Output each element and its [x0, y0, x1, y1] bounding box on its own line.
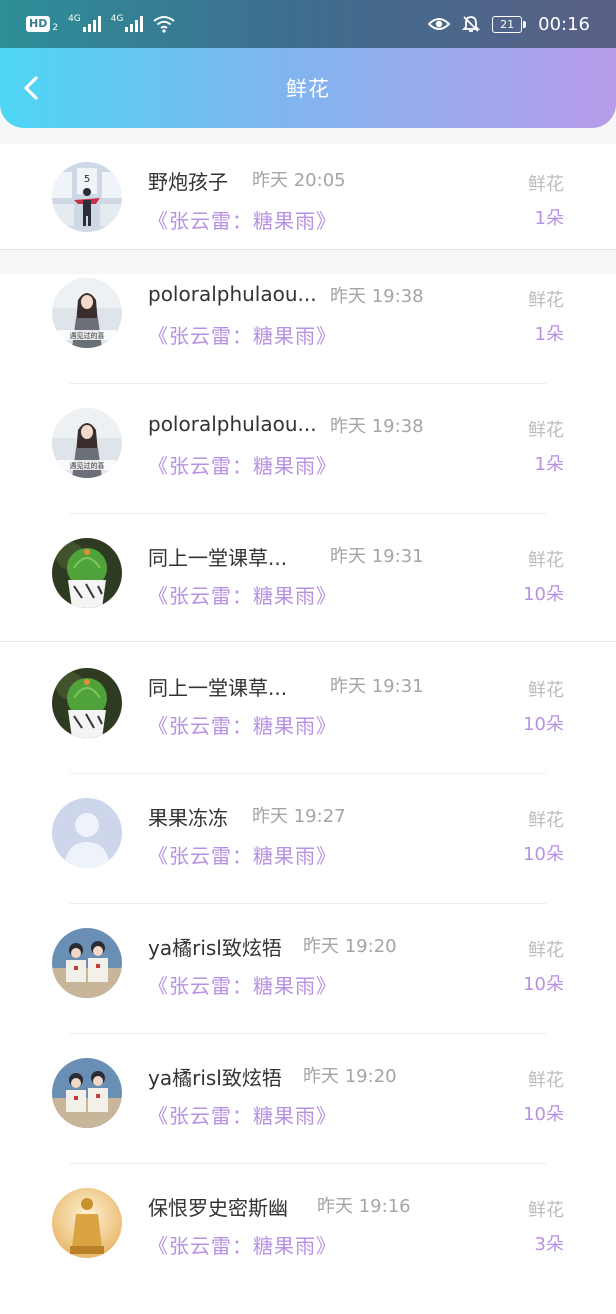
- back-arrow-icon[interactable]: [18, 74, 46, 102]
- gift-count: 1朵: [534, 208, 564, 229]
- avatar[interactable]: [52, 928, 122, 998]
- avatar[interactable]: [52, 538, 122, 608]
- svg-text:5: 5: [84, 174, 90, 185]
- list-item[interactable]: 果果冻冻 昨天 19:27 《张云雷：糖果雨》 鲜花 10朵: [0, 794, 616, 924]
- gift-label: 鲜花: [528, 290, 564, 311]
- gift-label: 鲜花: [528, 550, 564, 571]
- gift-count: 3朵: [534, 1234, 564, 1255]
- timestamp: 昨天 20:05: [252, 170, 346, 191]
- signal-icon-1: 4G: [68, 14, 101, 32]
- avatar[interactable]: [52, 668, 122, 738]
- battery-level: 21: [492, 15, 523, 33]
- avatar[interactable]: [52, 1058, 122, 1128]
- timestamp: 昨天 19:38: [330, 286, 424, 307]
- flower-gift-list: 5 野炮孩子 昨天 20:05 《张云雷：糖果雨》 鲜花 1朵 遇见过的喜 po…: [0, 144, 616, 1314]
- gift-label: 鲜花: [528, 1070, 564, 1091]
- avatar[interactable]: [52, 798, 122, 868]
- list-item[interactable]: 保恨罗史密斯幽 昨天 19:16 《张云雷：糖果雨》 鲜花 3朵: [0, 1184, 616, 1314]
- user-name: poloralphulaou...: [148, 412, 317, 436]
- avatar[interactable]: 遇见过的喜: [52, 408, 122, 478]
- nav-header: 鲜花: [0, 48, 616, 128]
- gift-count: 1朵: [534, 454, 564, 475]
- hd-badge: HD: [26, 16, 51, 32]
- avatar-girl-icon: 遇见过的喜: [52, 278, 122, 348]
- list-item[interactable]: 同上一堂课草... 昨天 19:31 《张云雷：糖果雨》 鲜花 10朵: [0, 664, 616, 794]
- timestamp: 昨天 19:16: [317, 1196, 411, 1217]
- list-item[interactable]: ya橘risl致炫牾 昨天 19:20 《张云雷：糖果雨》 鲜花 10朵: [0, 1054, 616, 1184]
- song-title: 《张云雷：糖果雨》: [148, 584, 337, 608]
- avatar-cactus-icon: [52, 538, 122, 608]
- gift-count: 10朵: [523, 714, 564, 735]
- gift-label: 鲜花: [528, 940, 564, 961]
- gift-count: 10朵: [523, 1104, 564, 1125]
- timestamp: 昨天 19:31: [330, 546, 424, 567]
- avatar[interactable]: [52, 1188, 122, 1258]
- user-name: 果果冻冻: [148, 806, 228, 830]
- clock: 00:16: [538, 13, 590, 35]
- timestamp: 昨天 19:38: [330, 416, 424, 437]
- list-item[interactable]: 遇见过的喜 poloralphulaou... 昨天 19:38 《张云雷：糖果…: [0, 274, 616, 404]
- list-item[interactable]: 同上一堂课草... 昨天 19:31 《张云雷：糖果雨》 鲜花 10朵: [0, 534, 616, 664]
- avatar-figure-icon: 5: [52, 162, 122, 232]
- song-title: 《张云雷：糖果雨》: [148, 324, 337, 348]
- timestamp: 昨天 19:20: [303, 936, 397, 957]
- mute-bell-icon: [462, 16, 481, 32]
- gift-label: 鲜花: [528, 810, 564, 831]
- user-name: ya橘risl致炫牾: [148, 936, 282, 960]
- page-title: 鲜花: [286, 77, 330, 101]
- timestamp: 昨天 19:20: [303, 1066, 397, 1087]
- default-avatar-icon: [52, 798, 122, 868]
- avatar-cactus-icon: [52, 668, 122, 738]
- gift-count: 10朵: [523, 974, 564, 995]
- status-bar: HD 2 4G 4G 21 00:16: [0, 0, 616, 48]
- gift-count: 10朵: [523, 584, 564, 605]
- signal-icon-2: 4G: [110, 14, 144, 32]
- avatar-girl-icon: 遇见过的喜: [52, 408, 122, 478]
- gift-label: 鲜花: [528, 680, 564, 701]
- gift-label: 鲜花: [528, 1200, 564, 1221]
- hd-sim-index: 2: [52, 23, 59, 33]
- gift-count: 10朵: [523, 844, 564, 865]
- list-item[interactable]: 5 野炮孩子 昨天 20:05 《张云雷：糖果雨》 鲜花 1朵: [0, 144, 616, 250]
- svg-text:遇见过的喜: 遇见过的喜: [70, 461, 105, 470]
- eye-icon: [428, 18, 451, 30]
- user-name: poloralphulaou...: [148, 282, 317, 306]
- avatar-couple-icon: [52, 928, 122, 998]
- user-name: ya橘risl致炫牾: [148, 1066, 282, 1090]
- timestamp: 昨天 19:27: [252, 806, 346, 827]
- song-title: 《张云雷：糖果雨》: [148, 714, 337, 738]
- user-name: 野炮孩子: [148, 170, 228, 194]
- user-name: 保恨罗史密斯幽: [148, 1196, 288, 1220]
- song-title: 《张云雷：糖果雨》: [148, 454, 337, 478]
- song-title: 《张云雷：糖果雨》: [148, 1234, 337, 1258]
- song-title: 《张云雷：糖果雨》: [148, 1104, 337, 1128]
- gift-label: 鲜花: [528, 420, 564, 441]
- avatar[interactable]: 5: [52, 162, 122, 232]
- timestamp: 昨天 19:31: [330, 676, 424, 697]
- wifi-icon: [153, 16, 176, 33]
- song-title: 《张云雷：糖果雨》: [148, 974, 337, 998]
- avatar-couple-icon: [52, 1058, 122, 1128]
- list-item[interactable]: ya橘risl致炫牾 昨天 19:20 《张云雷：糖果雨》 鲜花 10朵: [0, 924, 616, 1054]
- avatar-statue-icon: [52, 1188, 122, 1258]
- song-title: 《张云雷：糖果雨》: [148, 209, 337, 233]
- list-item[interactable]: 遇见过的喜 poloralphulaou... 昨天 19:38 《张云雷：糖果…: [0, 404, 616, 534]
- gift-count: 1朵: [534, 324, 564, 345]
- user-name: 同上一堂课草...: [148, 676, 288, 700]
- user-name: 同上一堂课草...: [148, 546, 288, 570]
- gift-label: 鲜花: [528, 174, 564, 195]
- svg-text:遇见过的喜: 遇见过的喜: [70, 331, 105, 340]
- song-title: 《张云雷：糖果雨》: [148, 844, 337, 868]
- network-type-label: 4G: [68, 14, 81, 24]
- network-type-label: 4G: [110, 14, 124, 24]
- avatar[interactable]: 遇见过的喜: [52, 278, 122, 348]
- battery-icon: 21: [492, 15, 527, 33]
